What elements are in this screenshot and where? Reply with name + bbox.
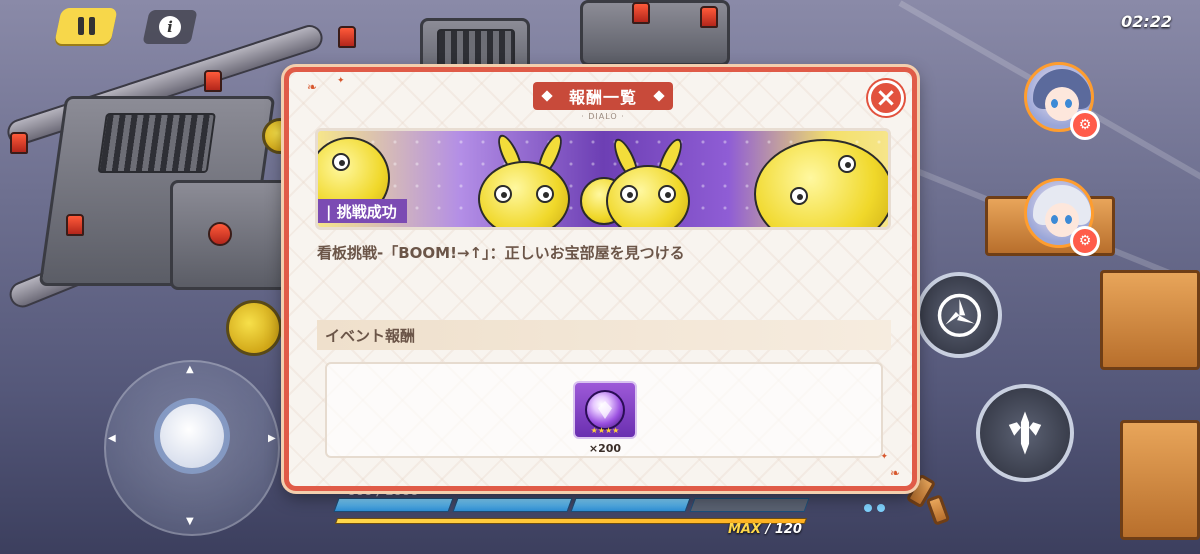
reward-list: ★★★★ ×200 bbox=[325, 362, 883, 458]
warning-light bbox=[338, 26, 356, 48]
crate-debris bbox=[925, 494, 951, 526]
pause-button[interactable] bbox=[54, 8, 118, 44]
sp-total: / 120 bbox=[765, 522, 802, 537]
close-button[interactable]: × bbox=[868, 80, 904, 116]
charge-dots bbox=[864, 504, 885, 512]
attack-button[interactable] bbox=[976, 384, 1074, 482]
vent-grille bbox=[97, 113, 216, 173]
triskelion-icon bbox=[937, 293, 981, 337]
event-reward-heading: イベント報酬 bbox=[317, 320, 891, 350]
yellow-disc bbox=[226, 300, 282, 356]
rarity-stars: ★★★★ bbox=[590, 426, 620, 435]
joystick-down-arrow-icon: ▼ bbox=[186, 516, 194, 527]
joystick-left-arrow-icon: ◀ bbox=[108, 433, 116, 444]
mascot-icon bbox=[478, 161, 570, 227]
skill-badge-icon: ⚙ bbox=[1070, 110, 1100, 140]
warning-light bbox=[208, 222, 232, 246]
dialog-subtitle: · DIALO · bbox=[581, 112, 625, 121]
sword-icon bbox=[1008, 411, 1042, 455]
mission-description: 看板挑戦-「BOOM!→↑」：正しいお宝部屋を見つける bbox=[317, 244, 685, 262]
event-banner: | 挑戦成功 bbox=[315, 128, 891, 230]
hp-segment bbox=[570, 498, 691, 512]
dialog-title: 報酬一覧 bbox=[533, 82, 673, 110]
reward-item[interactable]: ★★★★ bbox=[573, 381, 637, 439]
joystick-thumb[interactable] bbox=[160, 404, 224, 468]
hp-segment bbox=[688, 498, 809, 512]
pause-icon bbox=[77, 17, 84, 35]
warning-light bbox=[204, 70, 222, 92]
joystick-up-arrow-icon: ▲ bbox=[186, 364, 194, 375]
evade-button[interactable] bbox=[916, 272, 1002, 358]
info-button[interactable]: i bbox=[142, 10, 198, 44]
warning-light bbox=[10, 132, 28, 154]
sp-readout: MAX / 120 bbox=[728, 522, 802, 537]
wooden-crate bbox=[1120, 420, 1200, 540]
leaf-ornament-icon: ❧ bbox=[889, 466, 900, 480]
reward-list-dialog: ❧ ✦ ❧ ✦ 報酬一覧 · DIALO · × | 挑戦成功 看板挑戦-「BO… bbox=[284, 67, 917, 491]
leaf-ornament-icon: ❧ bbox=[307, 80, 318, 94]
battle-timer: 02:22 bbox=[1121, 12, 1172, 31]
warning-light bbox=[66, 214, 84, 236]
skill-badge-icon: ⚙ bbox=[1070, 226, 1100, 256]
joystick-right-arrow-icon: ▶ bbox=[268, 433, 276, 444]
hp-segment bbox=[451, 498, 572, 512]
leaf-ornament-icon: ✦ bbox=[337, 76, 345, 86]
challenge-success-label: | 挑戦成功 bbox=[318, 199, 407, 223]
hp-segment bbox=[333, 498, 454, 512]
wooden-crate bbox=[1100, 270, 1200, 370]
info-icon: i bbox=[159, 16, 181, 38]
purple-crystal-icon bbox=[585, 390, 625, 430]
reward-quantity: ×200 bbox=[588, 442, 622, 455]
warning-light bbox=[700, 6, 718, 28]
mascot-icon bbox=[606, 165, 690, 227]
hp-bar bbox=[333, 498, 809, 512]
sp-max-label: MAX bbox=[728, 522, 762, 537]
close-icon: × bbox=[875, 83, 897, 113]
warning-light bbox=[632, 2, 650, 24]
